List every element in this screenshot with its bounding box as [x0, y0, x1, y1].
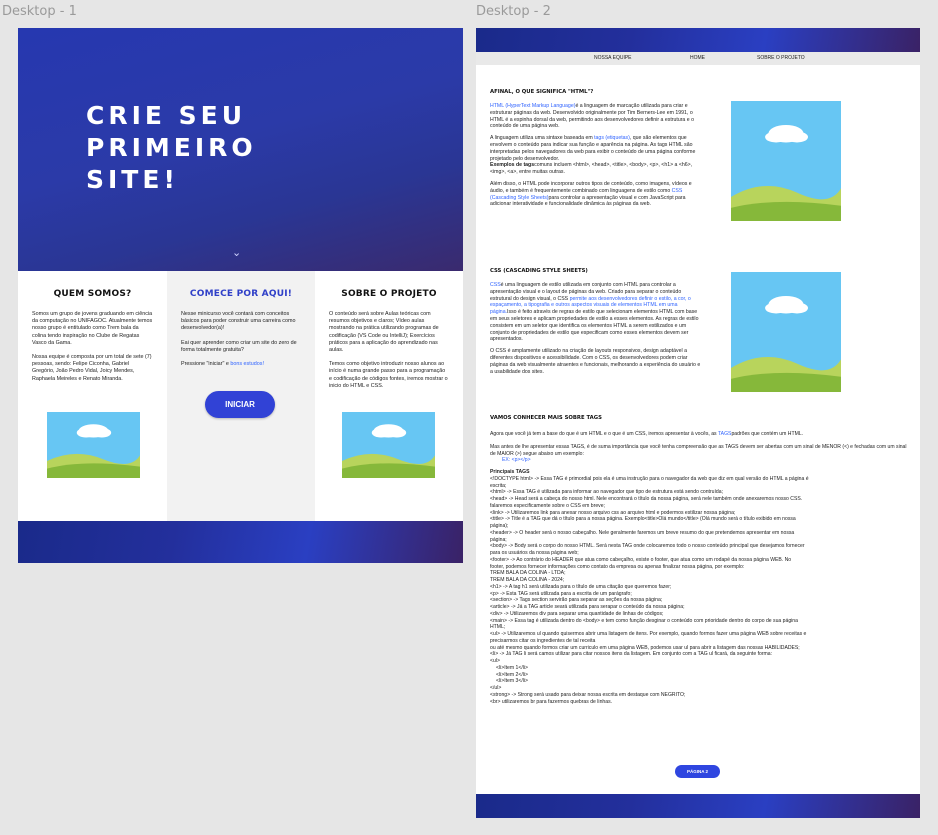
chevron-down-icon[interactable]: ⌄	[232, 246, 241, 259]
tags-list-line: <header> -> O header será o nosso cabeça…	[490, 529, 795, 536]
html-paragraph-2: A linguagem utiliza uma sintaxe baseada …	[490, 135, 703, 176]
tags-example: EX: <p></p>	[502, 457, 531, 464]
tags-list-line: falaremos especificamente sobre o CSS em…	[490, 502, 605, 509]
hero-title-line-3: SITE!	[86, 165, 179, 194]
tags-list-line: <link> -> Utilizaremos link para anexar …	[490, 509, 736, 516]
tags-list-line: página);	[490, 523, 509, 529]
tags-list-line: ou até mesmo quando formos criar um curr…	[490, 644, 800, 651]
hero-title-line-1: CRIE SEU	[86, 101, 247, 130]
html-p2-text-a: A linguagem utiliza uma sintaxe baseada …	[490, 135, 595, 142]
iniciar-button[interactable]: INICIAR	[205, 391, 275, 418]
tags-paragraph-2: Mas antes de lhe apresentar essas TAGS, …	[490, 443, 907, 457]
tags-list-line: <li> -> Já TAG li será camos utilizar pa…	[490, 651, 773, 658]
tags-list-line: <li>Item 3</li>	[496, 678, 528, 685]
quem-somos-section: QUEM SOMOS? Somos um grupo de jovens gra…	[18, 271, 167, 521]
html-p3-text-a: Além disso, o HTML pode incorporar outro…	[490, 180, 692, 194]
tags-list-line: <body> -> Body será o corpo do nosso HTM…	[490, 543, 805, 550]
tags-link[interactable]: tags (etiquetas)	[594, 135, 630, 141]
tags-list-line: <li>Item 1</li>	[496, 664, 528, 671]
tags-list-line: página;	[490, 536, 507, 543]
tags-list-line: <li>Item 2</li>	[496, 671, 528, 678]
nav-item-home[interactable]: HOME	[690, 55, 705, 61]
tags-list-line: <strong> -> Strong será usado para deixa…	[490, 691, 686, 698]
comece-paragraph-1: Nesse minicurso você contará com conceit…	[181, 311, 296, 332]
tags-inline-link[interactable]: TAGS	[718, 431, 732, 437]
tags-list-line: TREM BALA DA COLINA - 2024;	[490, 577, 565, 583]
html-section-text: HTML (HyperText Markup Language)é a ling…	[490, 103, 703, 213]
tags-intro-b: padrões que contém um HTML.	[731, 431, 804, 437]
tags-list: <!DOCTYPE html> -> Essa TAG é primordial…	[490, 476, 910, 706]
quem-somos-title: QUEM SOMOS?	[53, 289, 132, 299]
footer-bar	[18, 521, 463, 563]
tags-list-line: <ul> -> Utilizaremos ul quando quisermos…	[490, 631, 807, 637]
tags-list-line: <head> -> Head será a cabeça do nosso ht…	[490, 496, 803, 502]
landscape-image-placeholder	[731, 101, 841, 221]
css-paragraph-2: O CSS é amplamente utilizado na criação …	[490, 348, 701, 375]
tags-list-line: <footer> -> Ao contrário do HEADER que a…	[490, 556, 792, 563]
frame-label-desktop-2: Desktop - 2	[476, 4, 551, 19]
html-paragraph-1: HTML (HyperText Markup Language)é a ling…	[490, 103, 703, 130]
tags-list-title: Principais TAGS	[490, 469, 530, 475]
comece-paragraph-3: Pressione "iniciar" e bons estudos!	[181, 361, 301, 368]
nav-item-nossa-equipe[interactable]: NOSSA EQUIPE	[594, 55, 632, 61]
exemplos-bold: Exemplos de tags	[490, 162, 535, 169]
sobre-paragraph-1: O conteúdo será sobre Aulas teóricas com…	[329, 311, 439, 354]
landscape-image-placeholder	[342, 412, 435, 478]
sobre-projeto-section: SOBRE O PROJETO O conteúdo será sobre Au…	[315, 271, 463, 521]
tags-list-line: <main> -> Essa tag é utilizada dentro do…	[490, 617, 798, 624]
landscape-image-placeholder	[731, 272, 841, 392]
tags-list-line: <ul>	[490, 658, 500, 664]
comece-section: COMECE POR AQUI! Nesse minicurso você co…	[167, 271, 315, 521]
comece-p3-text: Pressione "iniciar" e	[181, 361, 231, 368]
quem-somos-paragraph-2: Nossa equipe é composta por um total de …	[32, 354, 152, 382]
desktop-2-frame: NOSSA EQUIPE HOME SOBRE O PROJETO AFINAL…	[476, 28, 920, 818]
tags-list-line: precisarmos citar os ingredientes de tal…	[490, 637, 596, 644]
css-paragraph-1: CSSé uma linguagem de estilo utilizada e…	[490, 282, 703, 343]
bons-estudos-link[interactable]: bons estudos!	[230, 361, 264, 367]
header-bar	[476, 28, 920, 52]
pagina-2-button[interactable]: PÁGINA 2	[675, 765, 720, 778]
css-inline-link[interactable]: CSS	[490, 282, 501, 288]
hero-title-line-2: PRIMEIRO	[86, 133, 257, 162]
tags-list-line: <h1> -> A tag h1 será utilizada para o t…	[490, 583, 672, 590]
tags-intro: Agora que você já tem a base do que é um…	[490, 431, 910, 438]
tags-list-line: <section> -> Tags section servirão para …	[490, 597, 663, 604]
html-section-title: AFINAL, O QUE SIGNIFICA "HTML"?	[490, 89, 594, 95]
tags-list-line: footer, podemos fornecer informações com…	[490, 563, 745, 570]
landscape-image-placeholder	[47, 412, 140, 478]
tags-list-line: <br> utilizaremos br para fazermos quebr…	[490, 698, 613, 705]
tags-list-line: <title> -> Title é a TAG que dá o título…	[490, 516, 796, 523]
comece-title: COMECE POR AQUI!	[189, 289, 293, 299]
quem-somos-paragraph-1: Somos um grupo de jovens graduando em ci…	[32, 311, 153, 346]
tags-list-line: <div> -> Utilizaremos div para separar u…	[490, 610, 664, 617]
html-paragraph-3: Além disso, o HTML pode incorporar outro…	[490, 181, 703, 208]
sobre-paragraph-2: Temos como objetivo introduzir nosso alu…	[329, 361, 448, 389]
tags-list-line: TREM BALA DA COLINA - LTDA;	[490, 570, 566, 577]
css-section-text: CSSé uma linguagem de estilo utilizada e…	[490, 282, 703, 380]
nav-bar: NOSSA EQUIPE HOME SOBRE O PROJETO	[476, 52, 920, 65]
html-link[interactable]: HTML (HyperText Markup Language)	[490, 103, 575, 109]
hero-banner: CRIE SEU PRIMEIRO SITE! ⌄	[18, 28, 463, 271]
sobre-projeto-title: SOBRE O PROJETO	[341, 289, 437, 299]
tags-list-line: <article> -> Já a TAG article seará util…	[490, 604, 685, 610]
comece-paragraph-2: Eai quer aprender como criar um site do …	[181, 339, 297, 353]
frame-label-desktop-1: Desktop - 1	[2, 4, 77, 19]
tags-section-text: Agora que você já tem a base do que é um…	[490, 431, 910, 705]
desktop-1-frame: CRIE SEU PRIMEIRO SITE! ⌄ QUEM SOMOS? So…	[18, 28, 463, 563]
tags-intro-a: Agora que você já tem a base do que é um…	[490, 431, 718, 437]
css-section-title: CSS (CASCADING STYLE SHEETS)	[490, 268, 588, 274]
footer-bar	[476, 794, 920, 818]
tags-list-line: escrita;	[490, 482, 507, 489]
tags-list-line: <p> -> Esta TAG será utilizada para a es…	[490, 590, 632, 597]
tags-list-line: <!DOCTYPE html> -> Essa TAG é primordial…	[490, 475, 809, 482]
hero-title: CRIE SEU PRIMEIRO SITE!	[86, 100, 257, 196]
tags-list-line: para os usuários da nossa página web;	[490, 550, 579, 556]
tags-list-line: </ul>	[490, 685, 502, 691]
tags-list-line: <html> -> Essa TAG é utilizada para info…	[490, 489, 723, 496]
tags-list-line: HTML;	[490, 624, 506, 631]
tags-section-title: VAMOS CONHECER MAIS SOBRE TAGS	[490, 415, 602, 421]
css-p1-text-b: Isso é feito através de regras de estilo…	[490, 309, 699, 343]
nav-item-sobre-projeto[interactable]: SOBRE O PROJETO	[757, 55, 805, 61]
